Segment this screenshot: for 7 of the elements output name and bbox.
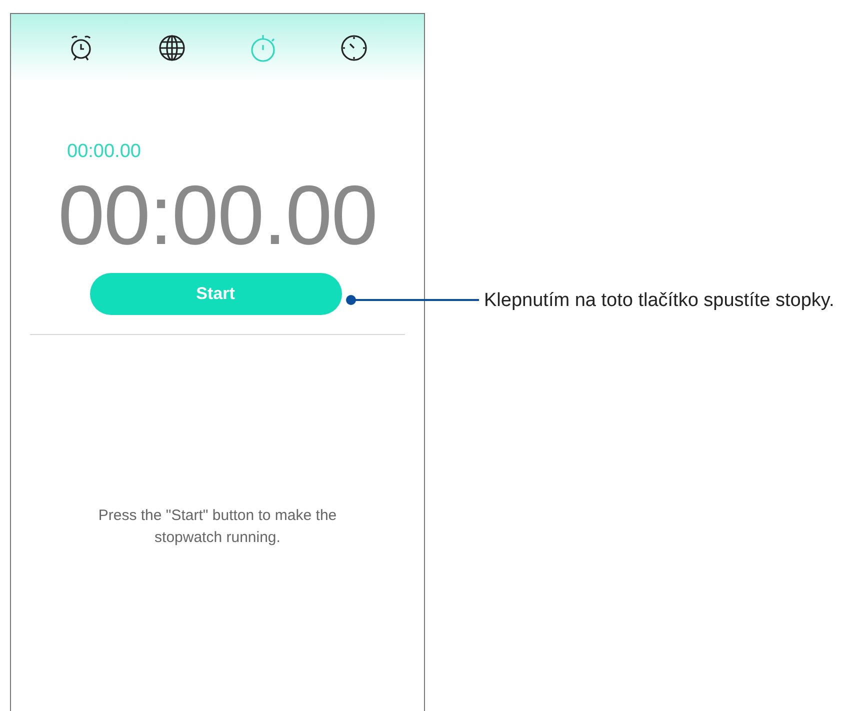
callout-text: Klepnutím na toto tlačítko spustíte stopky.: [484, 289, 834, 313]
stopwatch-time: 00:00.00: [58, 173, 377, 257]
globe-icon[interactable]: [157, 33, 187, 63]
lap-time: 00:00.00: [67, 142, 141, 161]
dial-icon[interactable]: [339, 33, 369, 63]
start-button[interactable]: Start: [90, 273, 342, 315]
hint-message: Press the "Start" button to make the stopwatch running.: [97, 506, 338, 548]
